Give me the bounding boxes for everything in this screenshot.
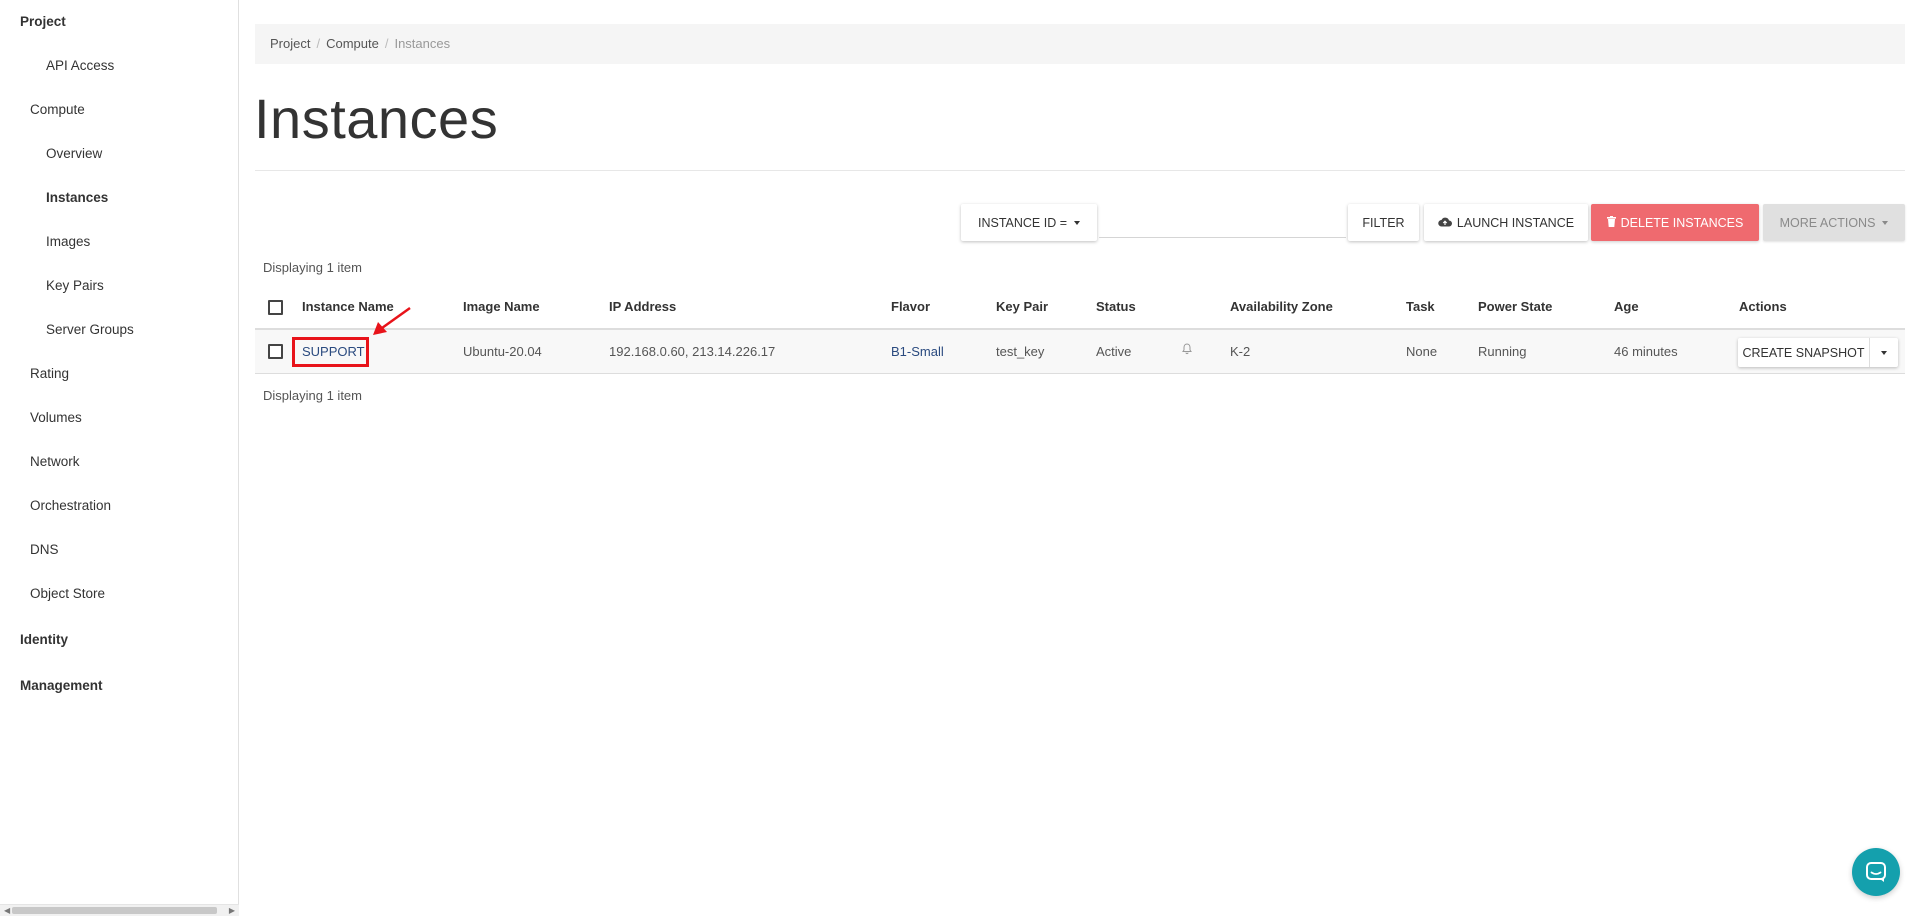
breadcrumb-instances: Instances: [394, 36, 451, 51]
breadcrumb-separator: /: [384, 36, 389, 51]
page-title: Instances: [254, 87, 499, 150]
sidebar-section-project[interactable]: Project: [20, 14, 66, 29]
sidebar-item-rating[interactable]: Rating: [30, 366, 69, 381]
item-count-bottom: Displaying 1 item: [263, 388, 362, 403]
breadcrumb-project[interactable]: Project: [270, 36, 310, 51]
sidebar-item-volumes[interactable]: Volumes: [30, 410, 82, 425]
more-actions-button[interactable]: MORE ACTIONS: [1763, 204, 1905, 241]
sidebar-item-network[interactable]: Network: [30, 454, 80, 469]
title-divider: [255, 170, 1905, 171]
column-header-key-pair[interactable]: Key Pair: [996, 299, 1048, 314]
row-actions-dropdown[interactable]: [1870, 338, 1898, 367]
flavor-link[interactable]: B1-Small: [891, 344, 944, 359]
cell-age: 46 minutes: [1614, 344, 1678, 359]
cell-status: Active: [1096, 344, 1132, 359]
launch-instance-button[interactable]: LAUNCH INSTANCE: [1424, 204, 1588, 241]
cell-image-name: Ubuntu-20.04: [463, 344, 542, 359]
sidebar-horizontal-scrollbar[interactable]: ◀ ▶: [0, 904, 239, 916]
breadcrumb-separator: /: [316, 36, 321, 51]
select-all-checkbox[interactable]: [268, 300, 283, 315]
column-header-flavor[interactable]: Flavor: [891, 299, 930, 314]
trash-icon: [1606, 215, 1616, 230]
sidebar-item-orchestration[interactable]: Orchestration: [30, 498, 111, 513]
column-header-power-state[interactable]: Power State: [1478, 299, 1552, 314]
chevron-down-icon: [1074, 220, 1081, 225]
column-header-age[interactable]: Age: [1614, 299, 1639, 314]
sidebar-item-compute[interactable]: Compute: [30, 102, 85, 117]
cell-task: None: [1406, 344, 1438, 359]
highlight-box: [292, 337, 369, 367]
sidebar-item-instances[interactable]: Instances: [46, 190, 108, 205]
sidebar-item-dns[interactable]: DNS: [30, 542, 59, 557]
bell-icon: [1182, 343, 1192, 358]
scroll-left-arrow-icon[interactable]: ◀: [4, 905, 10, 916]
scroll-right-arrow-icon[interactable]: ▶: [229, 905, 235, 916]
sidebar-section-identity[interactable]: Identity: [20, 632, 68, 647]
filter-button[interactable]: FILTER: [1348, 204, 1419, 241]
chevron-down-icon: [1881, 350, 1887, 355]
sidebar-item-server-groups[interactable]: Server Groups: [46, 322, 134, 337]
row-actions-group: CREATE SNAPSHOT: [1738, 338, 1898, 367]
sidebar-section-management[interactable]: Management: [20, 678, 103, 693]
create-snapshot-button[interactable]: CREATE SNAPSHOT: [1738, 338, 1870, 367]
column-header-ip-address[interactable]: IP Address: [609, 299, 676, 314]
sidebar-item-key-pairs[interactable]: Key Pairs: [46, 278, 104, 293]
scrollbar-thumb[interactable]: [12, 907, 217, 914]
launch-instance-label: LAUNCH INSTANCE: [1456, 215, 1575, 230]
filter-input[interactable]: [1099, 204, 1346, 238]
cell-availability-zone: K-2: [1230, 344, 1251, 359]
cell-key-pair: test_key: [996, 344, 1045, 359]
filter-field-dropdown[interactable]: INSTANCE ID =: [961, 204, 1097, 241]
chat-launcher-button[interactable]: [1852, 848, 1900, 896]
sidebar: Project API Access Compute Overview Inst…: [0, 0, 239, 916]
cell-power-state: Running: [1478, 344, 1527, 359]
item-count-top: Displaying 1 item: [263, 260, 362, 275]
column-header-image-name[interactable]: Image Name: [463, 299, 540, 314]
cell-ip-address: 192.168.0.60, 213.14.226.17: [609, 344, 776, 359]
column-header-availability-zone[interactable]: Availability Zone: [1230, 299, 1333, 314]
annotation-arrow-icon: [373, 306, 411, 335]
sidebar-item-images[interactable]: Images: [46, 234, 90, 249]
sidebar-item-overview[interactable]: Overview: [46, 146, 102, 161]
sidebar-item-api-access[interactable]: API Access: [46, 58, 114, 73]
breadcrumb-compute[interactable]: Compute: [326, 36, 379, 51]
filter-field-label: INSTANCE ID =: [977, 215, 1068, 230]
breadcrumb: Project / Compute / Instances: [255, 24, 1905, 64]
delete-instances-button[interactable]: DELETE INSTANCES: [1591, 204, 1759, 241]
chat-icon: [1866, 862, 1886, 882]
chevron-down-icon: [1882, 220, 1889, 225]
column-header-actions: Actions: [1739, 299, 1787, 314]
delete-instances-label: DELETE INSTANCES: [1620, 215, 1744, 230]
row-checkbox[interactable]: [268, 344, 283, 359]
sidebar-item-object-store[interactable]: Object Store: [30, 586, 105, 601]
cloud-upload-icon: [1438, 216, 1452, 230]
more-actions-label: MORE ACTIONS: [1779, 215, 1876, 230]
column-header-task[interactable]: Task: [1406, 299, 1435, 314]
column-header-status[interactable]: Status: [1096, 299, 1136, 314]
